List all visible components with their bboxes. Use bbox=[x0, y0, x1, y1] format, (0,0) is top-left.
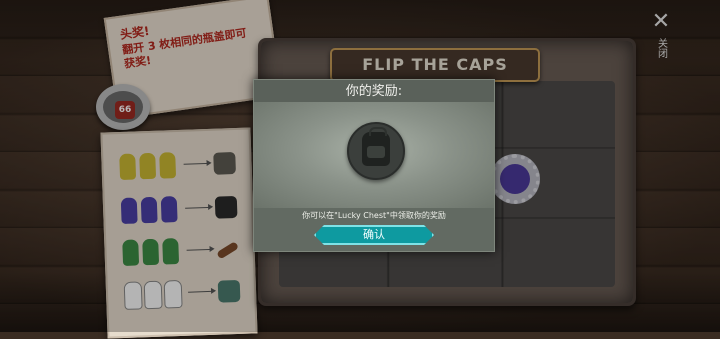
dialog-title: 你的奖励: bbox=[254, 80, 494, 102]
dialog-body bbox=[254, 102, 494, 208]
dialog-hint: 你可以在"Lucky Chest"中领取你的奖励 bbox=[302, 211, 446, 220]
reward-item-slot bbox=[347, 122, 405, 180]
backpack-icon bbox=[362, 127, 390, 166]
reward-dialog: 你的奖励: 你可以在"Lucky Chest"中领取你的奖励 确认 bbox=[253, 79, 495, 252]
confirm-button[interactable]: 确认 bbox=[314, 225, 434, 245]
